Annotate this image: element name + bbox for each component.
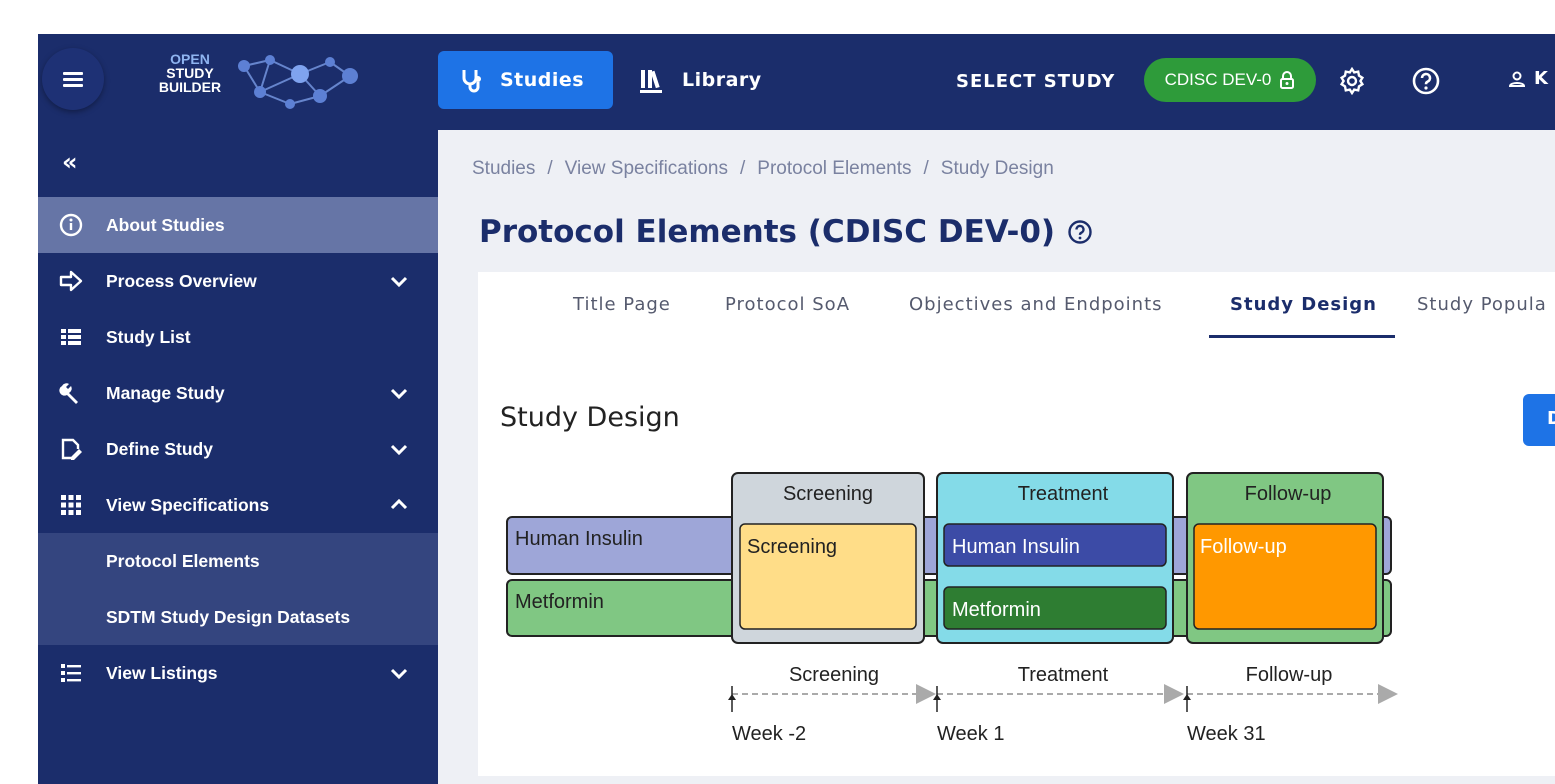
arm-label-human-insulin: Human Insulin (515, 528, 643, 550)
collapse-sidebar-button[interactable]: « (62, 148, 78, 176)
user-icon (1508, 71, 1526, 87)
select-study-button[interactable]: SELECT STUDY (956, 71, 1115, 92)
sidebar-item-view-specifications[interactable]: View Specifications (38, 477, 438, 533)
element-label-follow-up: Follow-up (1200, 536, 1287, 558)
user-menu-button[interactable]: K (1508, 68, 1548, 89)
sidebar-item-label: Manage Study (106, 382, 225, 403)
active-tab-indicator (1209, 335, 1395, 338)
stethoscope-icon (462, 70, 481, 93)
timeline-label-screening: Screening (789, 664, 879, 686)
chevron-down-icon (390, 444, 408, 456)
sidebar-subitem-sdtm-study-design-datasets[interactable]: SDTM Study Design Datasets (38, 589, 438, 645)
study-design-diagram: Human Insulin Metformin Screening Screen… (506, 472, 1398, 745)
timeline-label-follow-up: Follow-up (1246, 664, 1333, 686)
sidebar-item-label: View Listings (106, 662, 218, 683)
epoch-label-follow-up: Follow-up (1245, 483, 1332, 505)
list-bulleted-icon (58, 660, 84, 686)
breadcrumb-separator: / (923, 158, 929, 179)
sidebar-item-label: Protocol Elements (106, 550, 260, 571)
logo-line-builder: BUILDER (158, 79, 222, 95)
list-icon (58, 324, 84, 350)
element-label-human-insulin: Human Insulin (952, 536, 1080, 558)
grid-icon (58, 492, 84, 518)
tab-protocol-soa[interactable]: Protocol SoA (725, 294, 850, 315)
app-window: OPEN STUDY BUILDER Studies Library SELEC… (38, 34, 1555, 784)
chevron-down-icon (390, 276, 408, 288)
breadcrumb-separator: / (740, 158, 746, 179)
breadcrumb-item-view-specifications[interactable]: View Specifications (565, 158, 728, 180)
epoch-label-treatment: Treatment (1018, 483, 1109, 505)
logo-line-study: STUDY (166, 65, 214, 81)
app-logo[interactable]: OPEN STUDY BUILDER (150, 52, 390, 112)
section-title: Study Design (500, 402, 680, 433)
molecule-network-icon (238, 55, 358, 109)
user-initial: K (1534, 68, 1548, 89)
download-button[interactable]: D (1523, 394, 1555, 446)
tab-bar: Title Page Protocol SoA Objectives and E… (478, 272, 1555, 344)
page-title-text: Protocol Elements (CDISC DEV-0) (479, 214, 1056, 250)
help-icon[interactable] (1067, 219, 1093, 245)
breadcrumb: Studies / View Specifications / Protocol… (472, 158, 1054, 180)
tab-study-population[interactable]: Study Popula (1417, 294, 1547, 315)
element-label-screening: Screening (747, 536, 837, 558)
sidebar-item-label: About Studies (106, 214, 225, 235)
main-menu-button[interactable] (42, 48, 104, 110)
sidebar-subitem-protocol-elements[interactable]: Protocol Elements (38, 533, 438, 589)
sidebar: « About Studies Process Overview Study L… (38, 130, 438, 784)
sidebar-item-label: View Specifications (106, 494, 270, 515)
library-button[interactable]: Library (638, 51, 762, 109)
hamburger-icon (63, 72, 83, 87)
timeline-label-treatment: Treatment (1018, 664, 1109, 686)
logo-text: OPEN STUDY BUILDER (150, 52, 230, 94)
sidebar-item-label: Process Overview (106, 270, 257, 291)
studies-button-label: Studies (500, 69, 585, 91)
element-label-metformin: Metformin (952, 599, 1041, 621)
sidebar-item-about-studies[interactable]: About Studies (38, 197, 438, 253)
sidebar-item-label: Define Study (106, 438, 213, 459)
page-title: Protocol Elements (CDISC DEV-0) (479, 214, 1093, 250)
tab-title-page[interactable]: Title Page (573, 294, 671, 315)
tab-study-design[interactable]: Study Design (1230, 294, 1377, 315)
breadcrumb-item-studies[interactable]: Studies (472, 158, 535, 180)
selected-study-chip[interactable]: CDISC DEV-0 (1144, 58, 1316, 102)
arm-label-metformin: Metformin (515, 591, 604, 613)
sidebar-item-define-study[interactable]: Define Study (38, 421, 438, 477)
breadcrumb-item-protocol-elements[interactable]: Protocol Elements (757, 158, 911, 180)
chevron-up-icon (390, 498, 408, 510)
help-icon[interactable] (1412, 67, 1440, 95)
chevron-down-icon (390, 668, 408, 680)
logo-line-open: OPEN (170, 51, 210, 67)
library-icon (640, 70, 662, 93)
sidebar-item-manage-study[interactable]: Manage Study (38, 365, 438, 421)
chevron-down-icon (390, 388, 408, 400)
visit-label-week-31: Week 31 (1187, 723, 1266, 745)
selected-study-label: CDISC DEV-0 (1164, 70, 1272, 89)
breadcrumb-item-study-design: Study Design (940, 158, 1054, 179)
visit-label-week-minus-2: Week -2 (732, 723, 806, 745)
settings-gear-icon[interactable] (1338, 67, 1366, 95)
arrow-right-icon (58, 268, 84, 294)
sidebar-item-process-overview[interactable]: Process Overview (38, 253, 438, 309)
studies-button[interactable]: Studies (438, 51, 613, 109)
library-button-label: Library (682, 69, 762, 91)
file-edit-icon (58, 436, 84, 462)
epoch-label-screening: Screening (783, 483, 873, 505)
sidebar-item-view-listings[interactable]: View Listings (38, 645, 438, 701)
content-card: Title Page Protocol SoA Objectives and E… (478, 272, 1555, 776)
wrench-icon (58, 380, 84, 406)
sidebar-item-study-list[interactable]: Study List (38, 309, 438, 365)
top-bar: OPEN STUDY BUILDER Studies Library SELEC… (38, 34, 1555, 130)
info-icon (58, 212, 84, 238)
visit-label-week-1: Week 1 (937, 723, 1004, 745)
lock-icon (1280, 71, 1295, 89)
breadcrumb-separator: / (547, 158, 553, 179)
sidebar-item-label: SDTM Study Design Datasets (106, 606, 351, 627)
tab-objectives-and-endpoints[interactable]: Objectives and Endpoints (909, 294, 1163, 315)
sidebar-item-label: Study List (106, 326, 191, 347)
